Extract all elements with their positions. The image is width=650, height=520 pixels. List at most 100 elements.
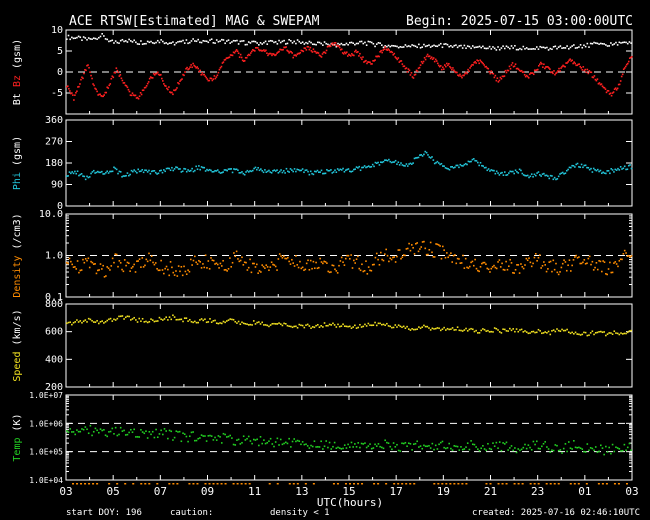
data-point-temp — [231, 437, 233, 439]
data-point-speed — [583, 331, 585, 334]
data-point-bz — [162, 80, 164, 82]
data-point-bz — [188, 67, 190, 70]
data-point-phi — [251, 169, 254, 172]
data-point-speed — [200, 318, 203, 320]
data-point-speed — [625, 332, 627, 335]
caution-marker — [349, 483, 351, 485]
data-point-temp — [621, 449, 624, 452]
data-point-density — [495, 267, 498, 270]
data-point-density — [318, 266, 320, 269]
data-point-bz — [397, 57, 400, 59]
data-point-speed — [106, 319, 109, 322]
data-point-bt — [626, 42, 629, 45]
data-point-temp — [77, 430, 80, 433]
data-point-bt — [391, 44, 393, 47]
data-point-phi — [111, 170, 114, 173]
data-point-bz — [346, 55, 349, 57]
data-point-temp — [128, 431, 130, 434]
data-point-bz — [630, 56, 633, 58]
data-point-speed — [188, 318, 191, 321]
data-point-temp — [330, 448, 333, 450]
data-point-phi — [303, 171, 305, 174]
data-point-temp — [424, 445, 427, 448]
data-point-speed — [573, 332, 575, 335]
data-point-density — [145, 258, 148, 261]
data-point-density — [365, 260, 367, 262]
caution-marker — [216, 483, 219, 485]
data-point-temp — [394, 446, 397, 448]
data-point-density — [621, 258, 623, 261]
data-point-bt — [202, 39, 205, 42]
data-point-bt — [318, 41, 321, 44]
caution-marker — [569, 483, 572, 485]
data-point-bt — [291, 42, 294, 44]
data-point-bz — [360, 56, 362, 59]
data-point-speed — [195, 321, 198, 324]
data-point-speed — [153, 320, 156, 323]
data-point-speed — [258, 321, 260, 323]
data-point-phi — [292, 170, 294, 173]
data-point-bz — [123, 82, 126, 84]
data-point-speed — [343, 325, 346, 327]
data-point-bz — [329, 45, 332, 48]
data-point-bz — [266, 52, 268, 55]
data-point-temp — [413, 443, 415, 445]
data-point-density — [458, 258, 460, 260]
data-point-density — [115, 253, 118, 256]
data-point-bt — [438, 44, 440, 46]
data-point-speed — [495, 327, 498, 330]
data-point-temp — [79, 430, 82, 433]
data-point-bz — [337, 45, 340, 47]
data-point-bt — [394, 45, 397, 47]
data-point-temp — [155, 428, 157, 431]
data-point-speed — [397, 324, 400, 326]
data-point-bt — [573, 44, 575, 46]
data-point-bz — [250, 50, 253, 53]
caution-marker — [505, 483, 508, 485]
data-point-temp — [507, 449, 509, 451]
data-point-bz — [466, 72, 468, 75]
data-point-temp — [263, 439, 265, 441]
data-point-bt — [188, 41, 191, 44]
data-point-speed — [458, 329, 461, 332]
data-point-speed — [162, 319, 164, 321]
data-point-density — [220, 265, 223, 267]
data-point-phi — [305, 169, 308, 171]
data-point-bz — [610, 94, 613, 97]
data-point-speed — [601, 331, 604, 334]
data-point-density — [219, 262, 222, 265]
data-point-bt — [527, 48, 530, 50]
data-point-bz — [430, 56, 433, 59]
data-point-speed — [247, 324, 250, 326]
data-point-phi — [412, 162, 414, 164]
data-point-speed — [626, 331, 629, 334]
data-point-phi — [592, 167, 595, 170]
data-point-density — [591, 260, 594, 263]
data-point-bz — [498, 79, 501, 82]
caution-marker — [116, 483, 119, 485]
data-point-density — [144, 264, 146, 267]
data-point-density — [373, 263, 375, 266]
data-point-temp — [450, 447, 452, 450]
data-point-bt — [140, 40, 142, 42]
data-point-density — [417, 250, 420, 253]
data-point-phi — [285, 167, 288, 170]
data-point-speed — [340, 325, 343, 327]
data-point-density — [237, 258, 239, 260]
data-point-temp — [567, 441, 570, 443]
data-point-temp — [74, 433, 77, 436]
data-point-density — [462, 254, 464, 257]
data-point-speed — [439, 329, 442, 332]
data-point-temp — [471, 443, 474, 446]
data-point-bz — [121, 79, 124, 82]
data-point-bz — [459, 73, 461, 76]
data-point-bt — [266, 43, 269, 45]
data-point-density — [349, 257, 351, 260]
data-point-phi — [88, 176, 91, 178]
data-point-speed — [281, 324, 284, 327]
data-point-speed — [140, 320, 142, 323]
data-point-bz — [472, 64, 474, 66]
data-point-bz — [82, 77, 84, 80]
data-point-phi — [623, 165, 626, 168]
data-point-temp — [349, 446, 351, 448]
